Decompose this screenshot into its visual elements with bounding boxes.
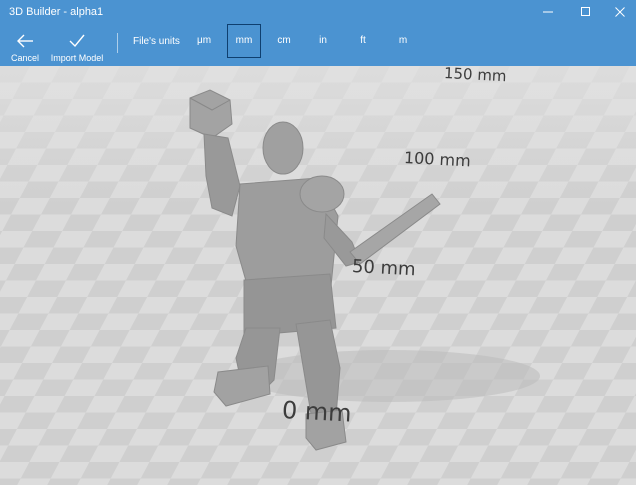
scale-label-100: 100 mm [403,148,472,171]
toolbar-divider [117,33,118,53]
unit-cm-button[interactable]: cm [267,24,301,58]
scale-label-0: 0 mm [281,396,353,428]
cancel-button[interactable]: Cancel [6,27,44,65]
back-arrow-icon [17,34,33,48]
toolbar: Cancel Import Model File's units μm mm c… [0,24,636,66]
scale-label-150: 150 mm [443,66,508,86]
app-window: 3D Builder - alpha1 Cancel Import Model … [0,0,636,485]
unit-mm-button[interactable]: mm [227,24,261,58]
import-model-button[interactable]: Import Model [48,27,106,65]
unit-um-button[interactable]: μm [187,24,221,58]
scale-label-50: 50 mm [351,256,417,281]
file-units-label: File's units [133,36,180,47]
cancel-label: Cancel [10,53,39,63]
unit-ft-button[interactable]: ft [346,24,380,58]
model-shadow [240,350,540,402]
head-model [262,121,304,175]
unit-in-button[interactable]: in [306,24,340,58]
3d-viewport[interactable]: 150 mm 100 mm 50 mm 0 mm [0,66,636,485]
checkmark-icon [69,34,85,48]
minimize-icon [543,11,553,13]
unit-cm-label: cm [277,35,291,46]
title-bar: 3D Builder - alpha1 [0,0,636,24]
import-model-label: Import Model [50,53,104,63]
unit-m-button[interactable]: m [386,24,420,58]
unit-um-label: μm [196,35,212,46]
maximize-icon [581,7,590,16]
close-button[interactable] [598,0,636,24]
unit-ft-label: ft [360,35,366,46]
unit-in-label: in [319,35,327,46]
close-icon [615,7,625,17]
window-title: 3D Builder - alpha1 [9,6,104,18]
unit-m-label: m [398,35,408,46]
window-chrome: 3D Builder - alpha1 Cancel Import Model … [0,0,636,66]
unit-mm-label: mm [235,35,253,46]
